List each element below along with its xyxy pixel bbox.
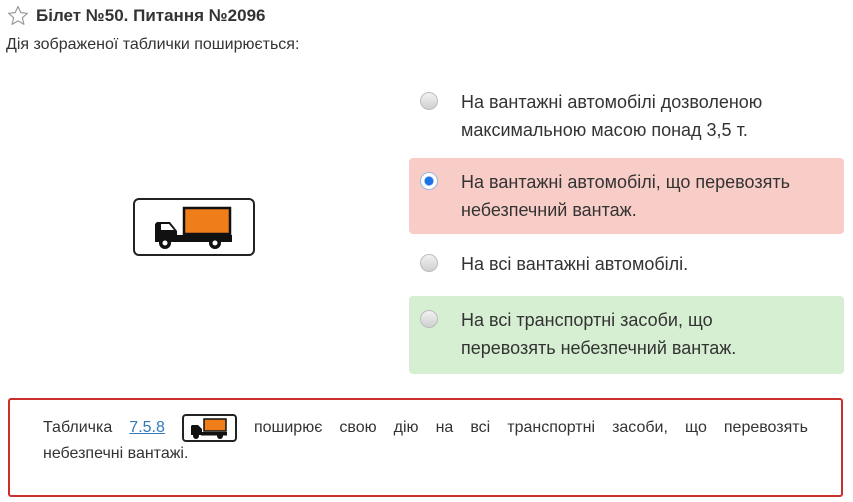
ticket-title: Білет №50. Питання №2096: [36, 6, 266, 25]
question-text: Дія зображеної таблички поширюється:: [6, 36, 300, 53]
star-icon[interactable]: [6, 4, 30, 28]
radio-button[interactable]: [420, 92, 438, 110]
truck-sign-image: [133, 198, 255, 256]
radio-button[interactable]: [420, 254, 438, 272]
answer-line-1: На вантажні автомобілі дозволеною: [461, 92, 763, 112]
answer-option-4[interactable]: На всі транспортні засоби, що перевозять…: [409, 296, 844, 374]
radio-button-checked[interactable]: [420, 172, 438, 190]
sign-link[interactable]: 7.5.8: [129, 416, 165, 440]
answer-line-1: На всі вантажні автомобілі.: [461, 254, 689, 274]
explanation-line-2: небезпечні вантажі.: [43, 445, 189, 462]
answer-option-2[interactable]: На вантажні автомобілі, що перевозять не…: [409, 158, 844, 234]
answer-line-1: На всі транспортні засоби, що: [461, 310, 713, 330]
truck-sign-icon: [181, 414, 237, 442]
question-page: Білет №50. Питання №2096 Дія зображеної …: [0, 0, 853, 502]
answers-list: На вантажні автомобілі дозволеною максим…: [409, 80, 844, 374]
answer-line-2: небезпечний вантаж.: [461, 200, 637, 220]
header: Білет №50. Питання №2096: [6, 4, 266, 28]
explanation-line-1: Табличка 7.5.8 поширює свою дію на всі т…: [43, 414, 808, 442]
radio-button[interactable]: [420, 310, 438, 328]
explanation-box: Табличка 7.5.8 поширює свою дію на всі т…: [8, 398, 843, 497]
answer-option-3[interactable]: На всі вантажні автомобілі.: [409, 240, 844, 296]
answer-line-2: перевозять небезпечний вантаж.: [461, 338, 737, 358]
answer-line-1: На вантажні автомобілі, що перевозять: [461, 172, 790, 192]
answer-line-2: максимальною масою понад 3,5 т.: [461, 120, 748, 140]
answer-option-1[interactable]: На вантажні автомобілі дозволеною максим…: [409, 80, 844, 152]
